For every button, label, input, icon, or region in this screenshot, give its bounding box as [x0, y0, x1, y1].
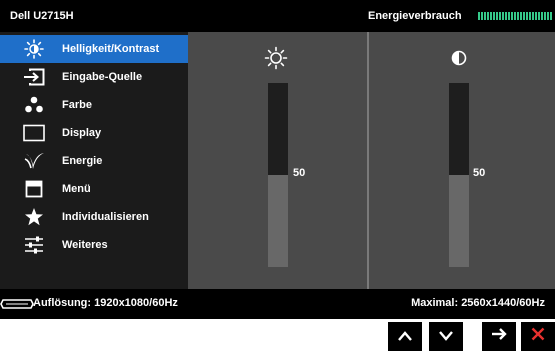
up-button[interactable]	[388, 322, 422, 351]
status-footer: Auflösung: 1920x1080/60Hz Maximal: 2560x…	[0, 289, 555, 319]
arrow-up-icon	[398, 328, 412, 346]
close-button[interactable]	[521, 322, 555, 351]
sidebar-item-display[interactable]: Display	[0, 119, 188, 147]
display-icon	[22, 123, 46, 143]
brightness-value: 50	[293, 167, 306, 179]
contrast-icon	[446, 46, 472, 70]
down-button[interactable]	[429, 322, 463, 351]
energy-meter-icon	[478, 12, 552, 20]
color-icon	[22, 95, 46, 115]
sidebar-item-menu[interactable]: Menü	[0, 175, 188, 203]
adjustment-panel: 50 50	[188, 32, 555, 289]
osd-sidebar-menu: Helligkeit/Kontrast Eingabe-Quelle Farbe	[0, 32, 188, 289]
maximal-resolution: Maximal: 2560x1440/60Hz	[411, 297, 545, 309]
cable-icon	[0, 296, 34, 317]
sidebar-item-personalize[interactable]: Individualisieren	[0, 203, 188, 231]
brightness-slider[interactable]	[268, 83, 288, 267]
brightness-slider-fill	[268, 175, 288, 267]
contrast-slider-track	[449, 83, 469, 175]
sidebar-item-energy[interactable]: Energie	[0, 147, 188, 175]
sliders-icon	[22, 235, 46, 255]
sidebar-item-color[interactable]: Farbe	[0, 91, 188, 119]
brightness-slider-track	[268, 83, 288, 175]
sun-icon	[263, 46, 289, 70]
sidebar-item-other[interactable]: Weiteres	[0, 231, 188, 259]
arrow-right-icon	[491, 327, 507, 346]
sidebar-item-label: Helligkeit/Kontrast	[62, 43, 160, 55]
arrow-down-icon	[439, 328, 453, 346]
sidebar-item-brightness-contrast[interactable]: Helligkeit/Kontrast	[0, 35, 188, 63]
sidebar-item-label: Weiteres	[62, 239, 108, 251]
contrast-value: 50	[473, 167, 486, 179]
energy-usage-label: Energieverbrauch	[368, 10, 462, 22]
header-bar: Dell U2715H Energieverbrauch	[0, 0, 555, 32]
sidebar-item-label: Menü	[62, 183, 91, 195]
current-resolution: Auflösung: 1920x1080/60Hz	[33, 297, 178, 309]
energy-leaf-icon	[22, 151, 46, 171]
sidebar-item-label: Eingabe-Quelle	[62, 71, 143, 83]
star-icon	[22, 207, 46, 227]
brightness-icon	[22, 39, 46, 59]
sidebar-item-label: Farbe	[62, 99, 92, 111]
confirm-button[interactable]	[482, 322, 516, 351]
panel-divider	[367, 32, 369, 289]
contrast-slider-fill	[449, 175, 469, 267]
sidebar-item-label: Display	[62, 127, 102, 139]
close-icon	[531, 327, 545, 346]
input-source-icon	[22, 67, 46, 87]
menu-icon	[22, 179, 46, 199]
monitor-title: Dell U2715H	[10, 10, 74, 22]
sidebar-item-label: Individualisieren	[62, 211, 149, 223]
contrast-slider[interactable]	[449, 83, 469, 267]
sidebar-item-input-source[interactable]: Eingabe-Quelle	[0, 63, 188, 91]
sidebar-item-label: Energie	[62, 155, 103, 167]
